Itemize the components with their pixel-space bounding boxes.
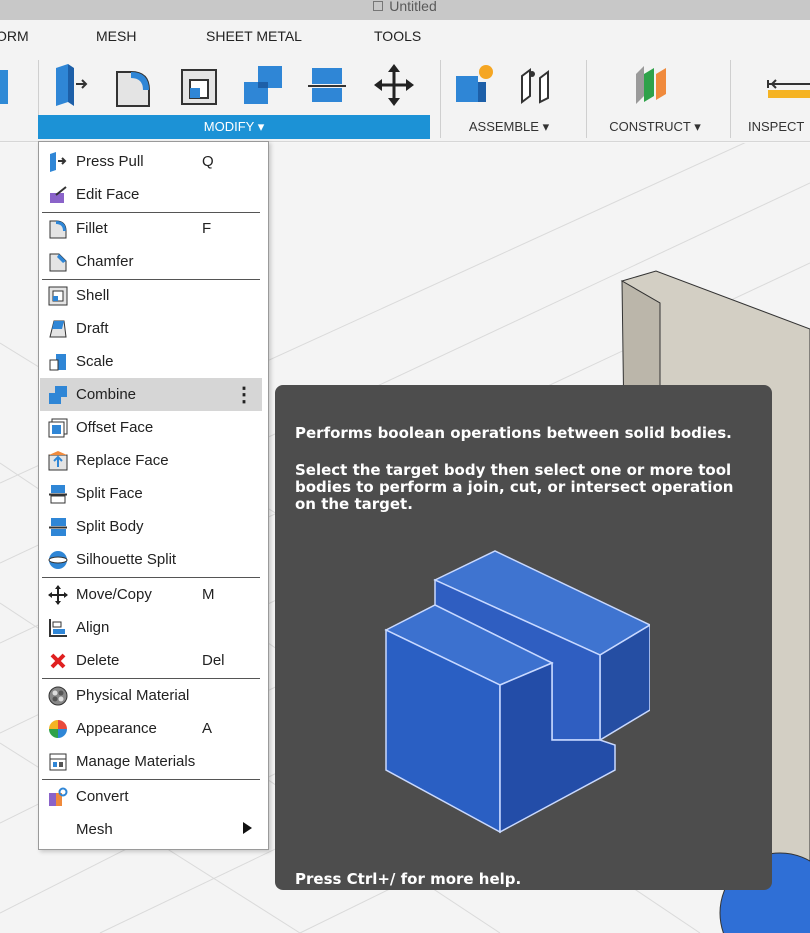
combine-illustration bbox=[384, 550, 650, 834]
more-options-icon[interactable]: ⋮ bbox=[234, 382, 254, 407]
replace-face-icon bbox=[48, 451, 68, 471]
menu-item-replace-face[interactable]: Replace Face bbox=[40, 444, 262, 477]
modify-dropdown-menu: Press Pull Q Edit Face Fillet F Chamfer Sh… bbox=[38, 141, 269, 850]
fillet-icon[interactable] bbox=[113, 62, 155, 108]
measure-icon[interactable] bbox=[766, 62, 810, 108]
tooltip-summary: Performs boolean operations between soli… bbox=[295, 424, 732, 442]
shell-icon[interactable] bbox=[178, 62, 220, 108]
ribbon-tabs: ORM MESH SHEET METAL TOOLS bbox=[0, 20, 810, 50]
move-icon[interactable] bbox=[372, 62, 414, 108]
menu-item-combine[interactable]: Combine ⋮ bbox=[40, 378, 262, 411]
manage-materials-icon bbox=[49, 753, 67, 771]
physical-material-icon bbox=[48, 686, 68, 706]
inspect-group-button[interactable]: INSPECT bbox=[742, 115, 810, 139]
split-face-icon bbox=[49, 485, 67, 504]
split-body-icon bbox=[49, 518, 67, 536]
menu-item-chamfer[interactable]: Chamfer bbox=[40, 245, 262, 278]
delete-icon bbox=[50, 653, 66, 669]
align-icon bbox=[49, 619, 67, 637]
menu-item-press-pull[interactable]: Press Pull Q bbox=[40, 145, 262, 178]
menu-item-draft[interactable]: Draft bbox=[40, 312, 262, 345]
split-body-icon[interactable] bbox=[306, 62, 348, 108]
move-copy-icon bbox=[48, 585, 68, 605]
menu-item-appearance[interactable]: Appearance A bbox=[40, 712, 262, 745]
create-tool-icon[interactable] bbox=[0, 62, 10, 108]
tooltip-help-hint: Press Ctrl+/ for more help. bbox=[295, 870, 522, 888]
menu-item-scale[interactable]: Scale bbox=[40, 345, 262, 378]
scale-icon bbox=[49, 354, 66, 371]
window-title: Untitled bbox=[389, 0, 437, 14]
fillet-icon bbox=[49, 220, 67, 239]
convert-icon bbox=[49, 787, 68, 806]
assemble-group-button[interactable]: ASSEMBLE ▾ bbox=[448, 115, 570, 139]
menu-item-align[interactable]: Align bbox=[40, 611, 262, 644]
shell-icon bbox=[48, 286, 68, 306]
offset-face-icon bbox=[48, 418, 68, 438]
window-title-bar: Untitled bbox=[0, 0, 810, 20]
document-icon bbox=[373, 1, 384, 11]
menu-item-manage-materials[interactable]: Manage Materials bbox=[40, 745, 262, 778]
tab-mesh[interactable]: MESH bbox=[96, 28, 136, 44]
menu-item-fillet[interactable]: Fillet F bbox=[40, 212, 262, 245]
menu-item-split-body[interactable]: Split Body bbox=[40, 510, 262, 543]
appearance-icon bbox=[49, 720, 67, 738]
menu-item-shell[interactable]: Shell bbox=[40, 279, 262, 312]
press-pull-icon bbox=[50, 152, 67, 172]
menu-item-offset-face[interactable]: Offset Face bbox=[40, 411, 262, 444]
press-pull-icon[interactable] bbox=[50, 62, 92, 108]
submenu-arrow-icon bbox=[243, 822, 252, 834]
modify-group-button[interactable]: MODIFY ▾ bbox=[38, 115, 430, 139]
menu-item-split-face[interactable]: Split Face bbox=[40, 477, 262, 510]
tab-tools[interactable]: TOOLS bbox=[374, 28, 421, 44]
draft-icon bbox=[49, 320, 67, 338]
menu-item-physical-material[interactable]: Physical Material bbox=[40, 679, 262, 712]
combine-tooltip: Performs boolean operations between soli… bbox=[275, 385, 772, 890]
edit-face-icon bbox=[50, 186, 67, 203]
joint-icon[interactable] bbox=[516, 62, 558, 108]
tab-sheet-metal[interactable]: SHEET METAL bbox=[206, 28, 302, 44]
menu-item-convert[interactable]: Convert bbox=[40, 780, 262, 813]
ribbon-toolbar: MODIFY ▾ ASSEMBLE ▾ CONSTRUCT ▾ INSPECT bbox=[0, 50, 810, 142]
offset-plane-icon[interactable] bbox=[630, 62, 672, 108]
new-component-icon[interactable] bbox=[452, 62, 494, 108]
tooltip-detail: Select the target body then select one o… bbox=[295, 461, 734, 513]
menu-item-mesh[interactable]: Mesh bbox=[40, 813, 262, 846]
silhouette-split-icon bbox=[48, 551, 68, 569]
combine-icon bbox=[49, 386, 67, 404]
menu-item-move-copy[interactable]: Move/Copy M bbox=[40, 578, 262, 611]
construct-group-button[interactable]: CONSTRUCT ▾ bbox=[594, 115, 716, 139]
combine-icon[interactable] bbox=[242, 62, 284, 108]
menu-item-delete[interactable]: Delete Del bbox=[40, 644, 262, 677]
menu-item-edit-face[interactable]: Edit Face bbox=[40, 178, 262, 211]
menu-item-silhouette-split[interactable]: Silhouette Split bbox=[40, 543, 262, 576]
chamfer-icon bbox=[49, 253, 67, 272]
tab-form[interactable]: ORM bbox=[0, 28, 29, 44]
